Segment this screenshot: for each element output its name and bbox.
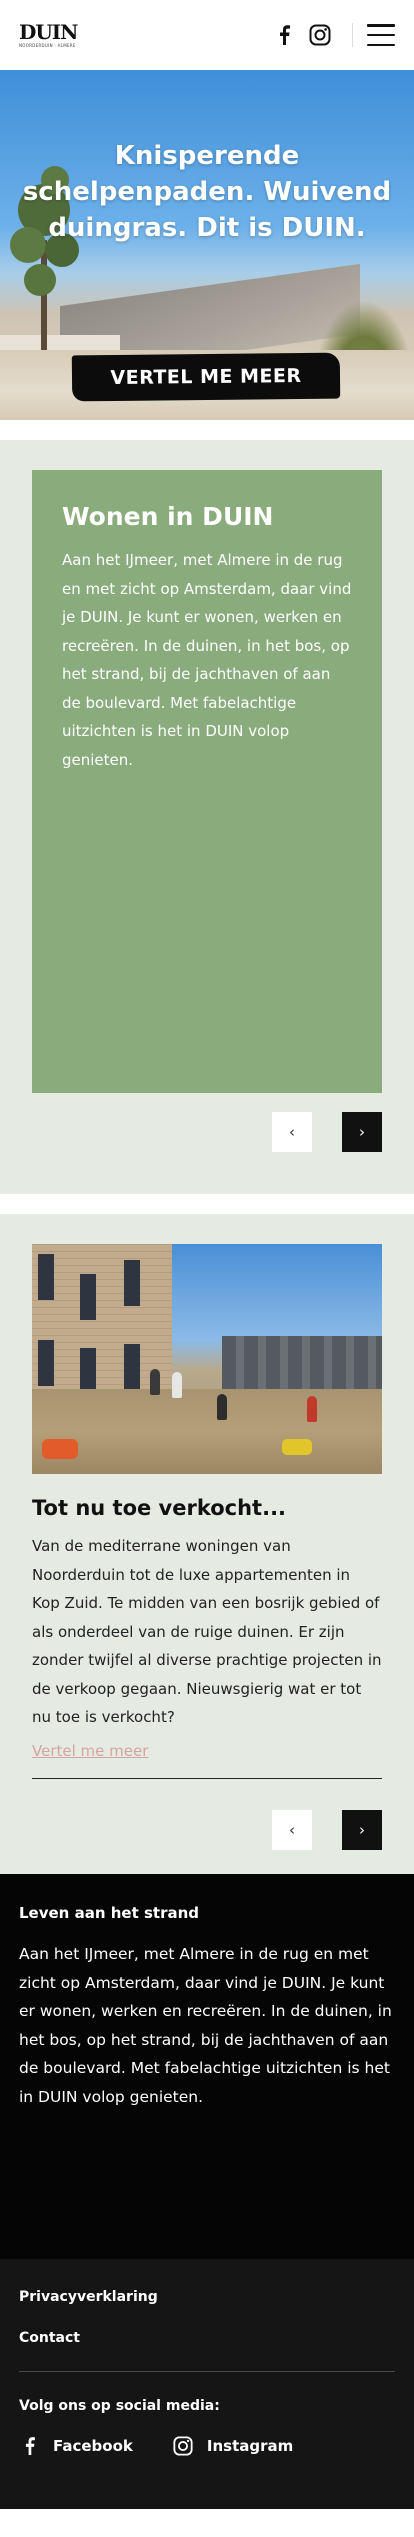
footer-facebook-label: Facebook xyxy=(53,2437,133,2455)
wonen-card: Wonen in DUIN Aan het IJmeer, met Almere… xyxy=(32,470,382,1093)
verkocht-title: Tot nu toe verkocht... xyxy=(32,1496,287,1520)
carousel-next-button[interactable]: › xyxy=(342,1810,382,1850)
footer-instagram-link[interactable]: Instagram xyxy=(173,2436,293,2456)
facebook-icon[interactable] xyxy=(270,21,298,49)
hero-banner: Knisperende schelpenpaden. Wuivend duing… xyxy=(0,70,414,420)
carousel-prev-button[interactable]: ‹ xyxy=(272,1810,312,1850)
info-title: Leven aan het strand xyxy=(19,1904,200,1922)
photo-person xyxy=(150,1369,160,1395)
wonen-title: Wonen in DUIN xyxy=(62,502,274,531)
header-actions xyxy=(262,21,395,49)
verkocht-carousel-nav: ‹ › xyxy=(272,1810,382,1850)
instagram-icon[interactable] xyxy=(306,21,334,49)
photo-toy xyxy=(282,1439,312,1455)
divider xyxy=(32,1777,382,1779)
verkocht-body: Van de mediterrane woningen van Noorderd… xyxy=(32,1537,382,1726)
verkocht-photo xyxy=(32,1244,382,1474)
wonen-body: Aan het IJmeer, met Almere in de rug en … xyxy=(62,551,352,769)
logo[interactable]: DUIN NOORDERDUIN · ALMERE xyxy=(19,20,78,48)
photo-person xyxy=(307,1396,317,1422)
footer-link-privacy[interactable]: Privacyverklaring xyxy=(19,2289,395,2305)
footer-instagram-label: Instagram xyxy=(206,2437,294,2455)
logo-subtitle: NOORDERDUIN · ALMERE xyxy=(19,43,76,48)
photo-person xyxy=(172,1372,182,1398)
hamburger-menu-icon[interactable] xyxy=(367,24,395,46)
footer-follow-label: Volg ons op social media: xyxy=(19,2398,220,2414)
wonen-section: Wonen in DUIN Aan het IJmeer, met Almere… xyxy=(0,440,414,1194)
footer-facebook-link[interactable]: Facebook xyxy=(19,2436,133,2456)
section-gap xyxy=(0,1194,414,1214)
header-divider xyxy=(352,23,353,47)
photo-person xyxy=(217,1394,227,1420)
carousel-prev-button[interactable]: ‹ xyxy=(272,1112,312,1152)
facebook-icon xyxy=(19,2436,39,2456)
info-section: Leven aan het strand Aan het IJmeer, met… xyxy=(0,1874,414,2259)
hero-cta-button[interactable]: VERTEL ME MEER xyxy=(71,352,341,402)
verkocht-section: Tot nu toe verkocht... Van de mediterran… xyxy=(0,1214,414,1874)
instagram-icon xyxy=(173,2436,193,2456)
photo-ground xyxy=(32,1389,382,1474)
section-gap xyxy=(0,420,414,440)
verkocht-read-more-link[interactable]: Vertel me meer xyxy=(32,1742,148,1760)
site-header: DUIN NOORDERDUIN · ALMERE xyxy=(0,0,414,70)
carousel-next-button[interactable]: › xyxy=(342,1112,382,1152)
photo-toy xyxy=(42,1439,78,1459)
footer-link-contact[interactable]: Contact xyxy=(19,2330,395,2346)
site-footer: Privacyverklaring Contact Volg ons op so… xyxy=(0,2259,414,2509)
photo-terrace-houses xyxy=(222,1336,382,1396)
logo-text: DUIN xyxy=(19,20,78,44)
info-body: Aan het IJmeer, met Almere in de rug en … xyxy=(19,1945,392,2106)
footer-divider xyxy=(19,2371,395,2372)
footer-socials: Facebook Instagram xyxy=(19,2436,395,2456)
hero-title: Knisperende schelpenpaden. Wuivend duing… xyxy=(22,141,392,243)
wonen-carousel-nav: ‹ › xyxy=(272,1112,382,1152)
